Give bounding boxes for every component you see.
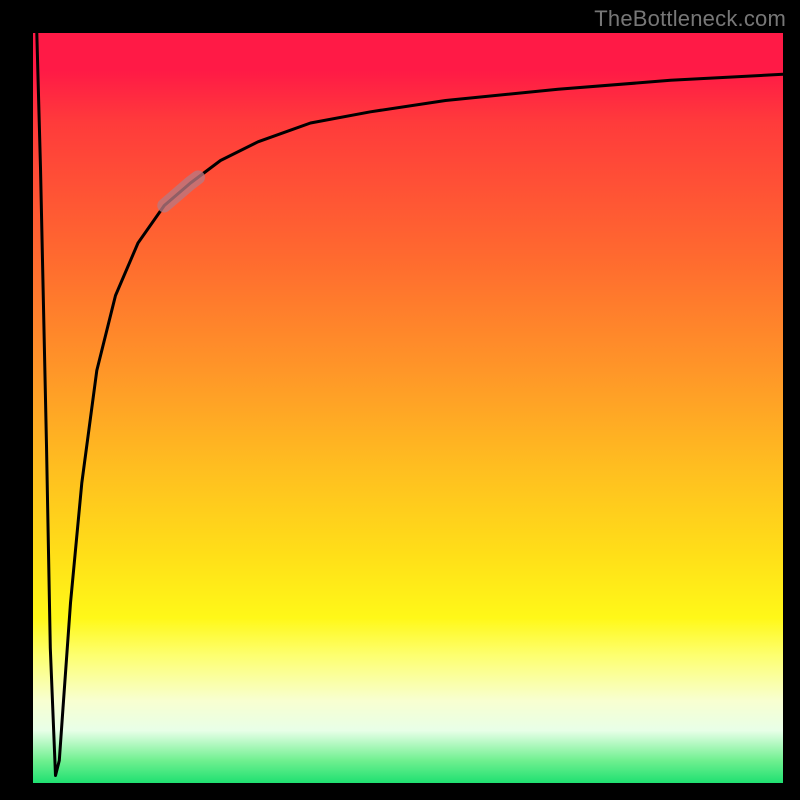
chart-frame: TheBottleneck.com — [0, 0, 800, 800]
plot-area — [33, 33, 783, 783]
curve-highlight — [164, 177, 198, 205]
frame-border-bottom — [0, 783, 800, 800]
bottleneck-curve — [33, 33, 783, 783]
watermark-text: TheBottleneck.com — [594, 6, 786, 32]
frame-border-right — [783, 0, 800, 800]
frame-border-left — [0, 0, 33, 800]
curve-path — [37, 33, 783, 776]
